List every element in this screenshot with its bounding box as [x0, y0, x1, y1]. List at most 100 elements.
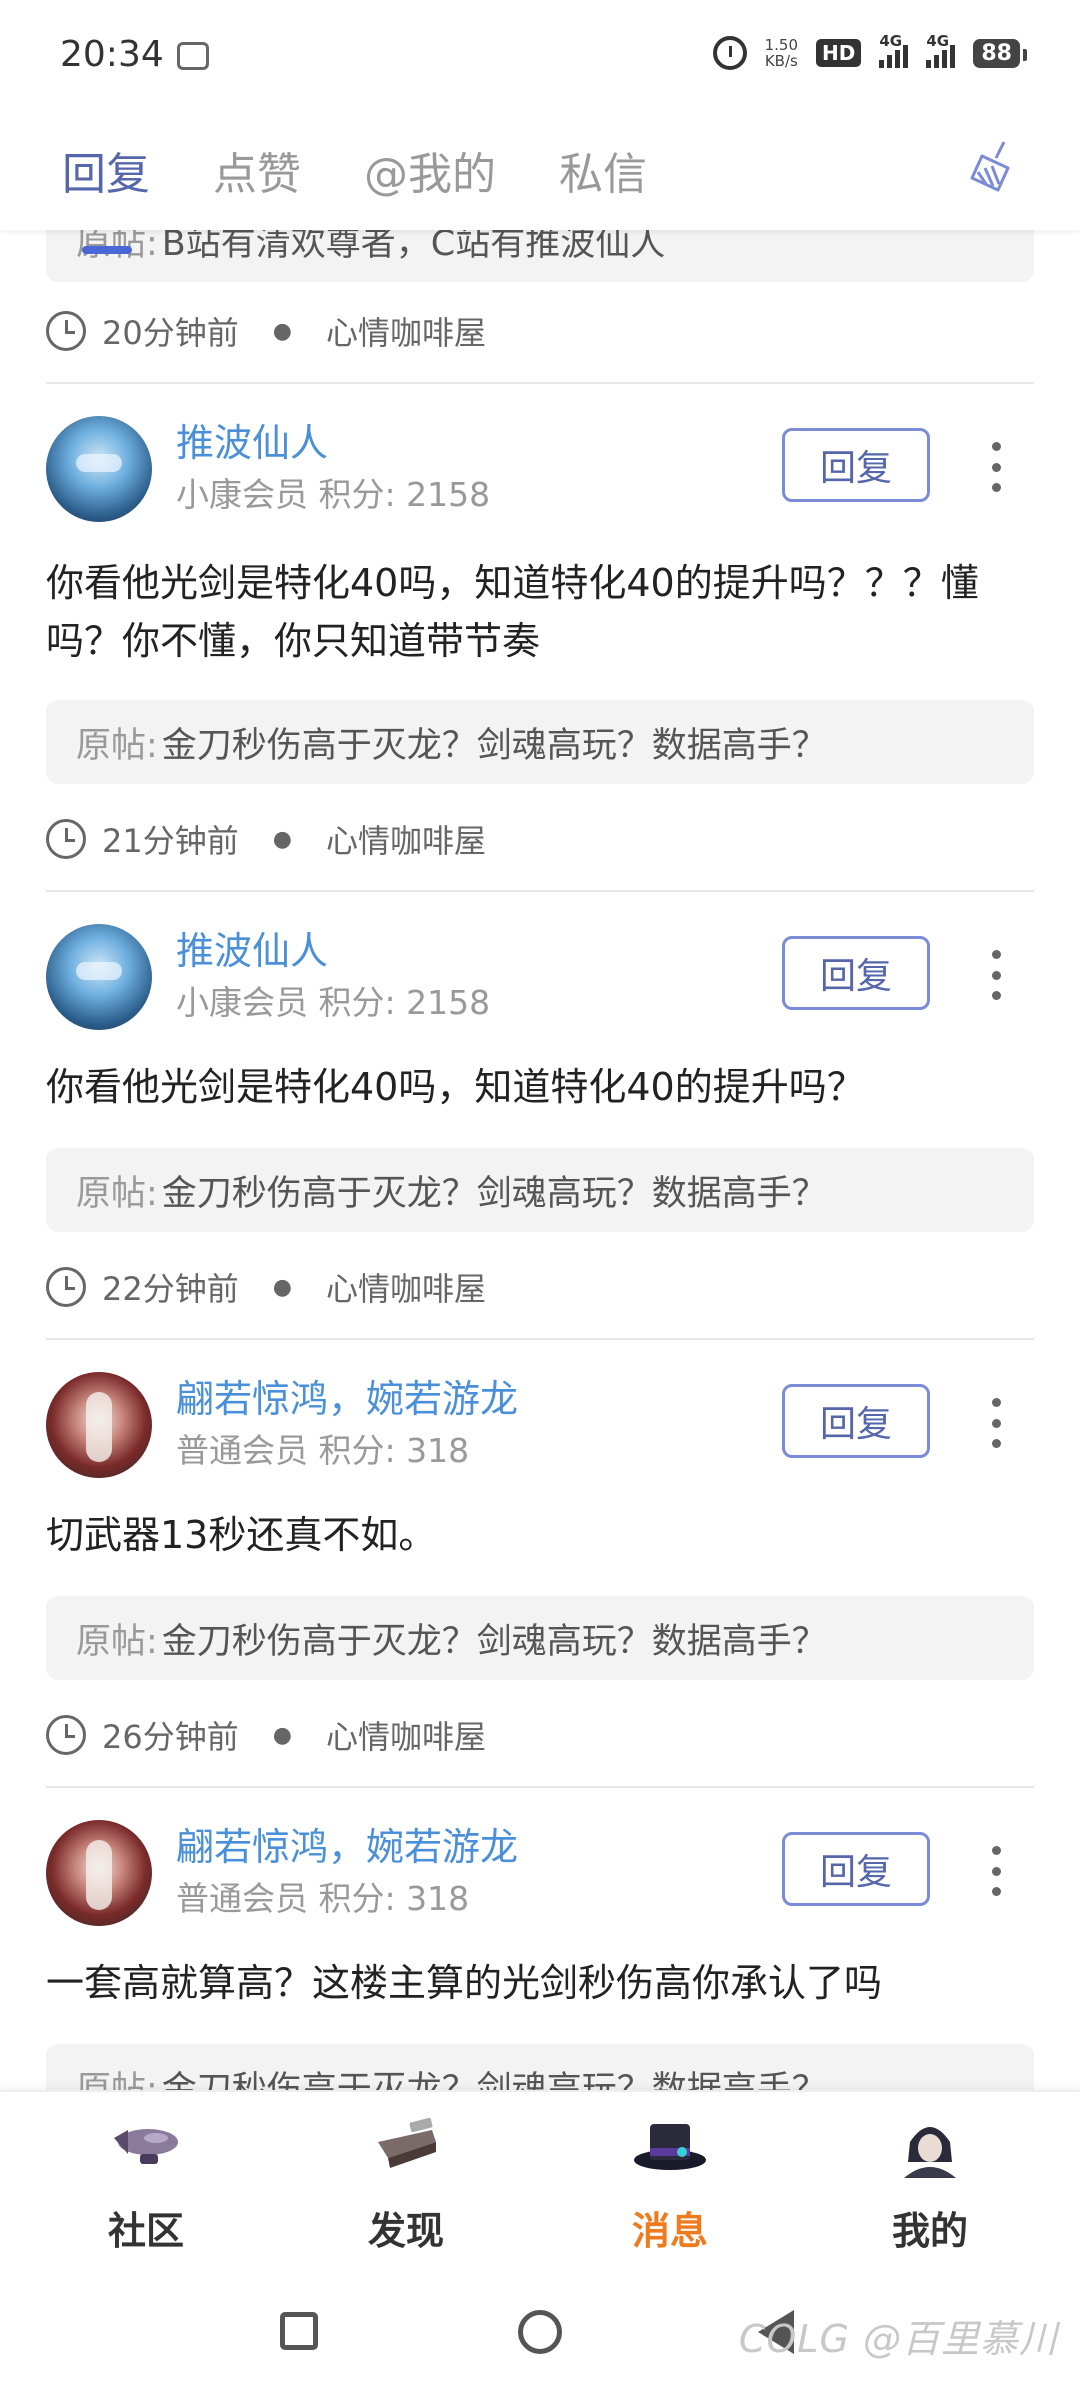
nav-label-discover: 发现 [367, 2209, 444, 2253]
member-level: 小康会员 [176, 983, 308, 1022]
member-level: 普通会员 [176, 1431, 308, 1470]
original-post-quote[interactable]: 原帖: 金刀秒伤高于灭龙？剑魂高玩？数据高手？ [46, 1596, 1034, 1680]
user-score: 积分: 2158 [318, 983, 491, 1022]
nav-community[interactable]: 社区 [46, 2112, 246, 2255]
user-meta: 小康会员 积分: 2158 [176, 468, 490, 516]
separator-dot: ● [272, 1274, 292, 1300]
board-name[interactable]: 心情咖啡屋 [326, 816, 486, 862]
status-icons: 1.50 KB/s HD 4G 4G 88 [712, 32, 1027, 70]
original-post-quote[interactable]: 原帖: B站有清欢尊者，C站有推波仙人 [46, 230, 1034, 282]
quote-label: 原帖: [76, 725, 158, 766]
divider [46, 382, 1034, 384]
reply-content[interactable]: 你看他光剑是特化40吗，知道特化40的提升吗？？？懂吗？你不懂，你只知道带节奏 [46, 554, 1036, 670]
tab-bar: 回复 点赞 @我的 私信 [62, 138, 647, 254]
clock-icon [46, 1267, 86, 1307]
network-speed-unit: KB/s [764, 52, 798, 70]
board-name[interactable]: 心情咖啡屋 [326, 1712, 486, 1758]
reply-content[interactable]: 一套高就算高？这楼主算的光剑秒伤高你承认了吗 [46, 1954, 1036, 2012]
avatar[interactable] [46, 416, 152, 522]
reply-time: 22分钟前 [102, 1270, 239, 1308]
reply-meta: 26分钟前 ● 心情咖啡屋 [46, 1712, 486, 1758]
more-options-icon[interactable] [984, 442, 1008, 492]
tab-mentions[interactable]: @我的 [364, 138, 496, 202]
quote-text: B站有清欢尊者，C站有推波仙人 [161, 230, 666, 264]
reply-time: 20分钟前 [102, 314, 239, 352]
reply-button[interactable]: 回复 [782, 428, 930, 502]
reply-content[interactable]: 切武器13秒还真不如。 [46, 1506, 1036, 1564]
status-bar: 20:34 1.50 KB/s HD 4G 4G 88 [0, 0, 1080, 110]
nav-label-messages: 消息 [631, 2209, 708, 2253]
separator-dot: ● [272, 318, 292, 344]
reply-meta: 22分钟前 ● 心情咖啡屋 [46, 1264, 486, 1310]
nav-discover[interactable]: 发现 [306, 2112, 506, 2255]
more-options-icon[interactable] [984, 1846, 1008, 1896]
board-name[interactable]: 心情咖啡屋 [326, 1264, 486, 1310]
signal-label-1: 4G [879, 32, 903, 50]
home-button[interactable] [518, 2310, 562, 2354]
character-avatar-icon [904, 2127, 956, 2178]
clock-icon [46, 311, 86, 351]
separator-dot: ● [272, 1722, 292, 1748]
airship-icon [114, 2129, 178, 2164]
original-post-quote[interactable]: 原帖: 金刀秒伤高于灭龙？剑魂高玩？数据高手？ [46, 2044, 1034, 2090]
quote-text: 金刀秒伤高于灭龙？剑魂高玩？数据高手？ [161, 2069, 827, 2091]
nav-label-profile: 我的 [891, 2209, 968, 2253]
username[interactable]: 翩若惊鸿，婉若游龙 [176, 1816, 518, 1871]
bottom-navigation: 社区 发现 消息 我的 [0, 2090, 1080, 2270]
nav-messages[interactable]: 消息 [570, 2112, 770, 2255]
reply-time: 21分钟前 [102, 822, 239, 860]
separator-dot: ● [272, 826, 292, 852]
user-meta: 普通会员 积分: 318 [176, 1872, 469, 1920]
username[interactable]: 推波仙人 [176, 920, 328, 975]
quote-text: 金刀秒伤高于灭龙？剑魂高玩？数据高手？ [161, 725, 827, 766]
watermark: COLG @百里慕川 [738, 2317, 1058, 2361]
reply-feed[interactable]: 原帖: B站有清欢尊者，C站有推波仙人 20分钟前 ● 心情咖啡屋 推波仙人 小… [0, 230, 1080, 2090]
battery-icon: 88 [973, 38, 1027, 68]
more-options-icon[interactable] [984, 950, 1008, 1000]
original-post-quote[interactable]: 原帖: 金刀秒伤高于灭龙？剑魂高玩？数据高手？ [46, 700, 1034, 784]
quote-label: 原帖: [76, 1621, 158, 1662]
signal-icon-2: 4G [926, 32, 956, 68]
clear-broom-icon[interactable] [968, 138, 1020, 194]
username[interactable]: 推波仙人 [176, 412, 328, 467]
divider [46, 1338, 1034, 1340]
system-navigation-bar: COLG @百里慕川 [0, 2270, 1080, 2400]
board-name[interactable]: 心情咖啡屋 [326, 308, 486, 354]
reply-content[interactable]: 你看他光剑是特化40吗，知道特化40的提升吗？ [46, 1058, 1036, 1116]
member-level: 普通会员 [176, 1879, 308, 1918]
anvil-icon [378, 2117, 436, 2168]
clock-icon [46, 819, 86, 859]
notification-app-icon [177, 42, 209, 70]
tab-likes[interactable]: 点赞 [213, 138, 301, 202]
hd-icon: HD [816, 39, 862, 67]
avatar[interactable] [46, 1372, 152, 1478]
quote-label: 原帖: [76, 1173, 158, 1214]
nav-profile[interactable]: 我的 [830, 2112, 1030, 2255]
recent-apps-button[interactable] [280, 2312, 318, 2350]
quote-text: 金刀秒伤高于灭龙？剑魂高玩？数据高手？ [161, 1621, 827, 1662]
status-time: 20:34 [60, 34, 164, 75]
user-score: 积分: 318 [318, 1879, 470, 1918]
reply-meta: 21分钟前 ● 心情咖啡屋 [46, 816, 486, 862]
reply-button[interactable]: 回复 [782, 1384, 930, 1458]
divider [46, 1786, 1034, 1788]
quote-text: 金刀秒伤高于灭龙？剑魂高玩？数据高手？ [161, 1173, 827, 1214]
reply-meta: 20分钟前 ● 心情咖啡屋 [46, 308, 486, 354]
quote-label: 原帖: [76, 2069, 158, 2091]
more-options-icon[interactable] [984, 1398, 1008, 1448]
username[interactable]: 翩若惊鸿，婉若游龙 [176, 1368, 518, 1423]
tab-replies[interactable]: 回复 [62, 138, 150, 254]
top-hat-icon [634, 2124, 706, 2170]
reply-button[interactable]: 回复 [782, 936, 930, 1010]
tab-private-messages[interactable]: 私信 [559, 138, 647, 202]
original-post-quote[interactable]: 原帖: 金刀秒伤高于灭龙？剑魂高玩？数据高手？ [46, 1148, 1034, 1232]
message-tab-header: 回复 点赞 @我的 私信 [0, 110, 1080, 254]
user-meta: 普通会员 积分: 318 [176, 1424, 469, 1472]
clock-icon [46, 1715, 86, 1755]
avatar[interactable] [46, 1820, 152, 1926]
avatar[interactable] [46, 924, 152, 1030]
user-meta: 小康会员 积分: 2158 [176, 976, 490, 1024]
member-level: 小康会员 [176, 475, 308, 514]
reply-button[interactable]: 回复 [782, 1832, 930, 1906]
nav-label-community: 社区 [107, 2209, 184, 2253]
